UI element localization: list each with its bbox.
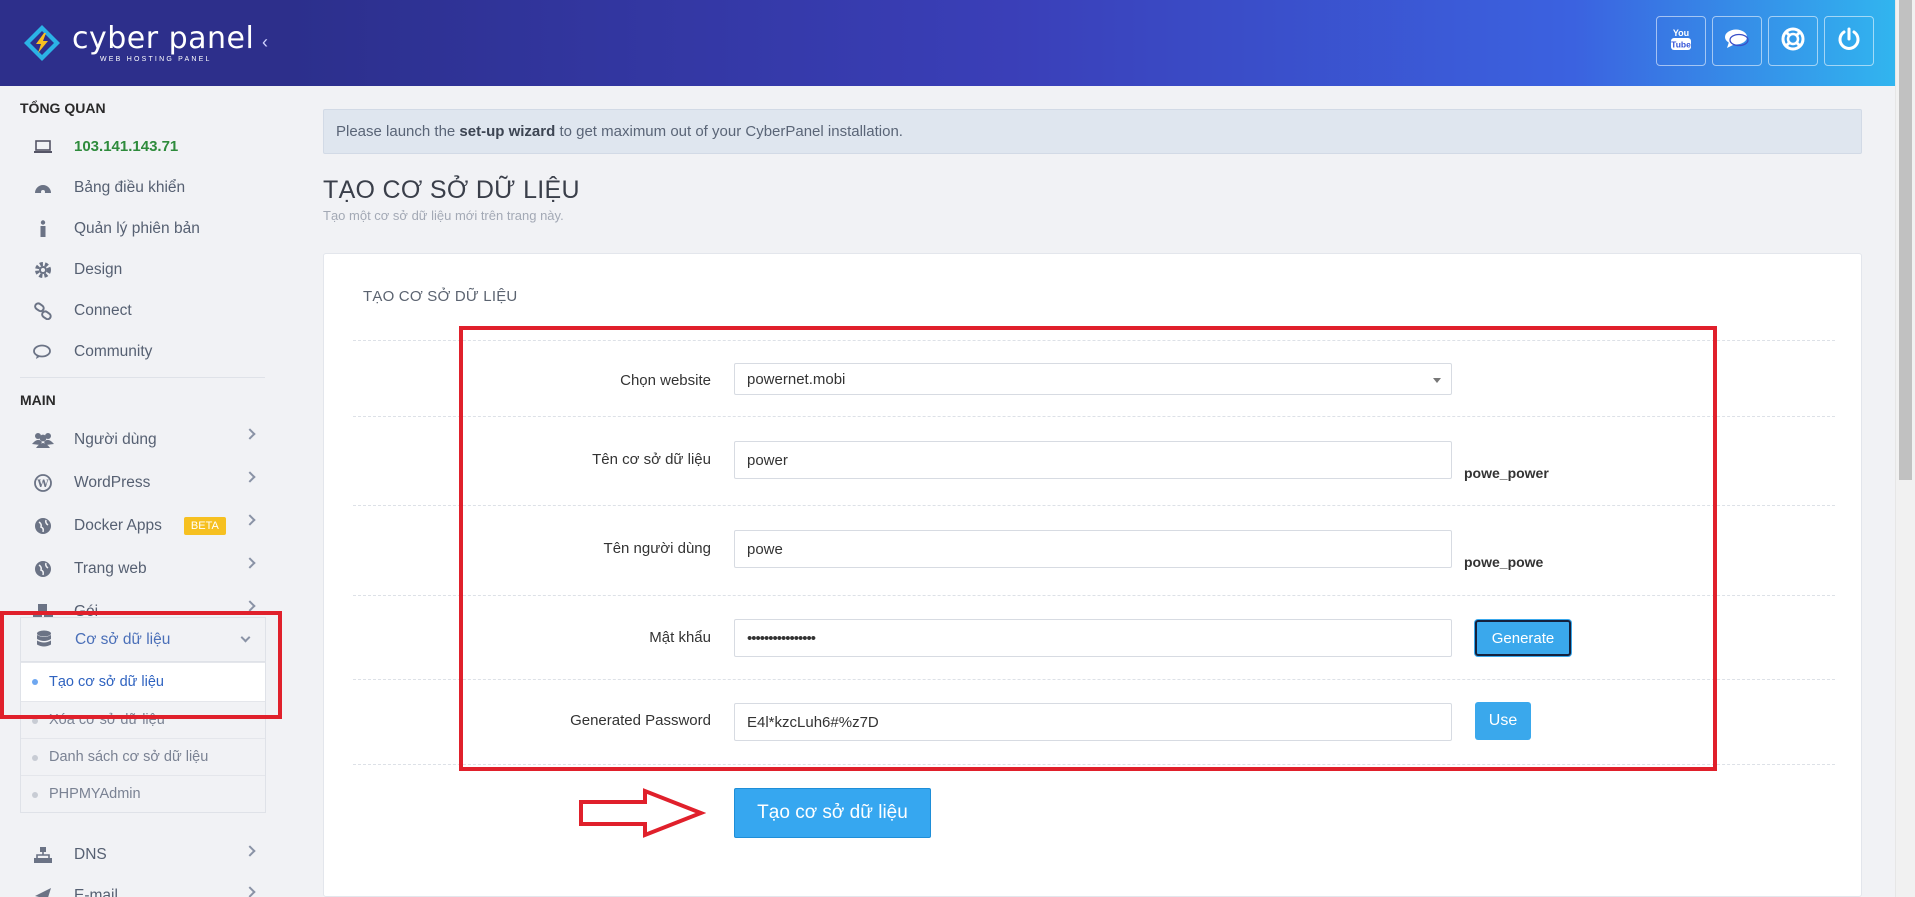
dashboard-icon (32, 177, 54, 199)
send-icon (32, 885, 54, 897)
wordpress-icon: W (32, 472, 54, 494)
page-subtitle: Tạo một cơ sở dữ liệu mới trên trang này… (323, 208, 564, 223)
section-main: MAIN (20, 392, 56, 408)
card-title: TẠO CƠ SỞ DỮ LIỆU (363, 288, 518, 305)
power-button[interactable] (1824, 16, 1874, 66)
chevron-right-icon (244, 428, 256, 440)
section-overview: TỔNG QUAN (20, 100, 106, 116)
power-icon (1837, 27, 1861, 56)
sidebar-item-websites[interactable]: Trang web (0, 547, 290, 590)
sidebar-item-dashboard[interactable]: Bảng điều khiển (0, 167, 290, 208)
sidebar-subitem-list-db[interactable]: Danh sách cơ sở dữ liệu (21, 738, 265, 775)
chevron-right-icon (244, 471, 256, 483)
annotation-arrow-icon (578, 788, 707, 843)
setup-wizard-notice: Please launch the set-up wizard to get m… (323, 109, 1862, 154)
info-icon (32, 218, 54, 240)
top-header: You Tube (290, 0, 1895, 86)
youtube-button[interactable]: You Tube (1656, 16, 1706, 66)
laptop-icon (32, 136, 54, 158)
chat-button[interactable] (1712, 16, 1762, 66)
sidebar-item-email[interactable]: E-mail (0, 876, 290, 897)
notice-prefix: Please launch the (336, 123, 460, 140)
svg-text:You: You (1673, 28, 1689, 38)
sidebar-item-label: Bảng điều khiển (74, 178, 186, 196)
chevron-right-icon (244, 600, 256, 612)
svg-text:Tube: Tube (1671, 39, 1691, 49)
page-title: TẠO CƠ SỞ DỮ LIỆU (323, 176, 580, 204)
sidebar-item-label: Trang web (74, 559, 147, 577)
sidebar-item-dns[interactable]: DNS (0, 835, 290, 875)
youtube-icon: You Tube (1670, 26, 1692, 57)
collapse-sidebar-icon[interactable]: ‹ (262, 32, 268, 53)
chevron-right-icon (244, 557, 256, 569)
chat-icon (1724, 28, 1750, 55)
sidebar-item-connect[interactable]: Connect (0, 290, 290, 331)
sidebar-item-label: Quản lý phiên bản (74, 219, 200, 237)
sidebar-item-design[interactable]: Design (0, 249, 290, 290)
support-button[interactable] (1768, 16, 1818, 66)
sidebar-item-community[interactable]: Community (0, 331, 290, 372)
sidebar-item-ip[interactable]: 103.141.143.71 (0, 126, 290, 167)
sidebar-item-label: Community (74, 342, 153, 360)
sidebar-item-version[interactable]: Quản lý phiên bản (0, 208, 290, 249)
sidebar-item-label: DNS (74, 846, 107, 863)
sidebar-item-label: E-mail (74, 887, 118, 897)
globe-icon (32, 515, 54, 537)
cyberpanel-logo-icon (22, 23, 62, 63)
sidebar-item-label: Người dùng (74, 430, 157, 448)
chevron-right-icon (244, 845, 256, 857)
support-icon (1780, 26, 1806, 57)
chevron-right-icon (244, 514, 256, 526)
create-database-button[interactable]: Tạo cơ sở dữ liệu (734, 788, 931, 838)
sidebar-item-label: Connect (74, 301, 132, 319)
brand-name: cyber panel (72, 20, 255, 56)
sidebar-item-label: Docker Apps (74, 516, 162, 534)
sidebar-item-docker-apps[interactable]: Docker Apps BETA (0, 504, 290, 547)
link-icon (32, 300, 54, 322)
scrollbar-thumb[interactable] (1899, 0, 1912, 480)
setup-wizard-link[interactable]: set-up wizard (459, 123, 555, 140)
chat-icon (32, 341, 54, 363)
page-scrollbar[interactable] (1895, 0, 1915, 897)
sidebar-item-label: 103.141.143.71 (74, 138, 179, 155)
users-icon (32, 429, 54, 451)
brand-tagline: WEB HOSTING PANEL (100, 55, 212, 63)
sidebar-subitem-phpmyadmin[interactable]: PHPMYAdmin (21, 775, 265, 812)
annotation-sidebar-box (0, 611, 282, 719)
sidebar: cyber panel WEB HOSTING PANEL ‹ TỔNG QUA… (0, 0, 290, 897)
notice-suffix: to get maximum out of your CyberPanel in… (555, 123, 903, 140)
chevron-right-icon (244, 886, 256, 897)
sidebar-item-label: Design (74, 260, 123, 278)
gear-icon (32, 259, 54, 281)
globe-icon (32, 558, 54, 580)
svg-text:W: W (36, 479, 49, 490)
annotation-form-box (459, 326, 1717, 771)
brand[interactable]: cyber panel WEB HOSTING PANEL ‹ (0, 0, 290, 86)
sidebar-item-wordpress[interactable]: W WordPress (0, 461, 290, 504)
beta-badge: BETA (183, 516, 226, 535)
sidebar-item-label: WordPress (74, 473, 151, 491)
sitemap-icon (32, 844, 54, 866)
sidebar-item-users[interactable]: Người dùng (0, 418, 290, 461)
